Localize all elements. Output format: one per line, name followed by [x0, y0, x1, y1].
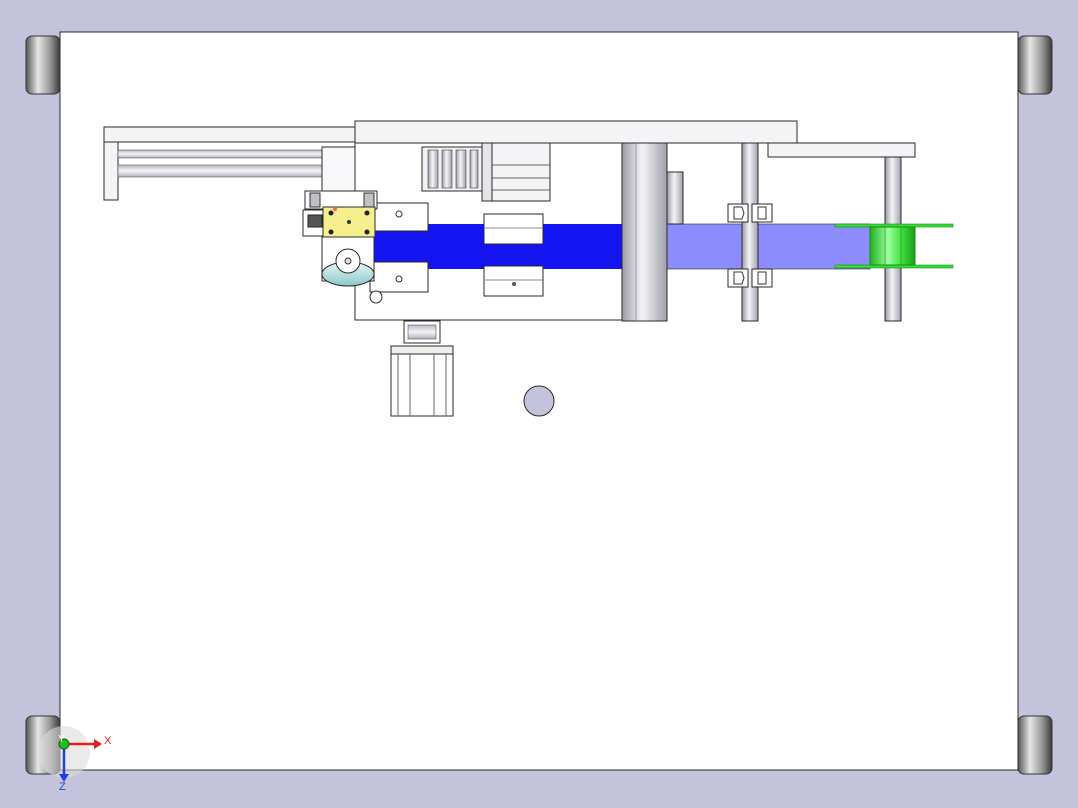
- column-secondary: [666, 171, 684, 225]
- column-main: [621, 142, 668, 322]
- bottom-coupling: [403, 320, 441, 344]
- top-frame-plate: [354, 120, 798, 144]
- right-top-plate: [767, 142, 916, 158]
- axis-label-x: X: [104, 735, 112, 747]
- yellow-mounting-block: [322, 206, 376, 238]
- cad-viewport[interactable]: X Y Z: [0, 0, 1078, 808]
- axis-label-y: Y: [58, 734, 65, 745]
- guide-wheel: [321, 236, 375, 287]
- axis-label-z: Z: [59, 781, 66, 793]
- belt-clamp-top: [483, 213, 544, 245]
- belt-clamp-bottom: [483, 265, 544, 297]
- view-center-marker: [523, 385, 555, 417]
- caster-top-right: [1017, 35, 1053, 95]
- shaft-coupling: [421, 146, 483, 192]
- guide-rod-1: [741, 142, 759, 322]
- bottom-servo-motor: [390, 345, 454, 417]
- mount-hole: [369, 290, 383, 304]
- caster-bottom-right: [1017, 715, 1053, 775]
- caster-top-left: [25, 35, 61, 95]
- top-servo-motor: [481, 142, 551, 202]
